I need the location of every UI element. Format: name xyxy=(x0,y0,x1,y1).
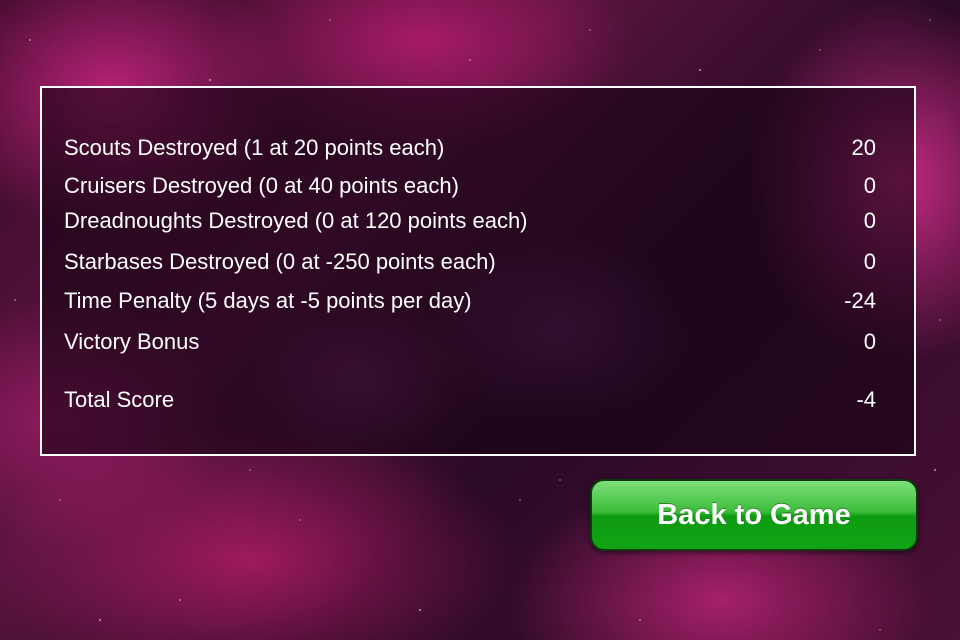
score-row-label: Time Penalty (5 days at -5 points per da… xyxy=(64,288,472,313)
score-row-value: 20 xyxy=(851,135,876,160)
score-summary-panel: Scouts Destroyed (1 at 20 points each) 2… xyxy=(40,86,916,456)
total-score-label: Total Score xyxy=(64,387,175,412)
score-row-time-penalty: Time Penalty (5 days at -5 points per da… xyxy=(64,286,876,316)
score-row-value: 0 xyxy=(863,249,876,274)
score-row-label: Cruisers Destroyed (0 at 40 points each) xyxy=(64,173,459,198)
total-score-value: -4 xyxy=(856,387,876,412)
score-row-label: Dreadnoughts Destroyed (0 at 120 points … xyxy=(64,208,528,233)
score-row-victory-bonus: Victory Bonus 0 xyxy=(64,327,876,357)
score-row-cruisers: Cruisers Destroyed (0 at 40 points each)… xyxy=(64,171,876,201)
back-to-game-button[interactable]: Back to Game xyxy=(590,479,918,551)
score-row-label: Starbases Destroyed (0 at -250 points ea… xyxy=(64,249,496,274)
score-row-value: -24 xyxy=(844,288,876,313)
score-row-total: Total Score -4 xyxy=(64,385,876,415)
score-row-dreadnoughts: Dreadnoughts Destroyed (0 at 120 points … xyxy=(64,206,876,236)
score-row-value: 0 xyxy=(863,173,876,198)
score-row-label: Scouts Destroyed (1 at 20 points each) xyxy=(64,135,445,160)
score-row-starbases: Starbases Destroyed (0 at -250 points ea… xyxy=(64,247,876,277)
score-row-value: 0 xyxy=(863,329,876,354)
score-row-scouts: Scouts Destroyed (1 at 20 points each) 2… xyxy=(64,133,876,163)
score-row-value: 0 xyxy=(863,208,876,233)
score-row-label: Victory Bonus xyxy=(64,329,200,354)
